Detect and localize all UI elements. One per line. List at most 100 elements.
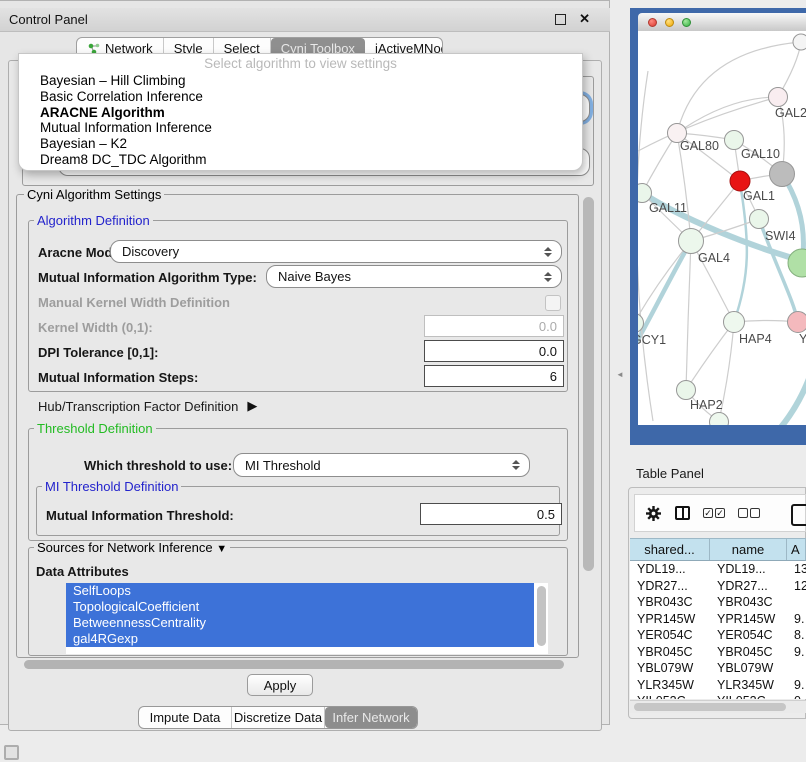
node[interactable] [793,34,806,50]
node-label: SWI4 [765,229,796,243]
column-header[interactable]: name [710,539,787,560]
control-panel-title: Control Panel [9,12,88,27]
dropdown-item[interactable]: Bayesian – Hill Climbing [19,73,582,89]
table-horizontal-scrollbar[interactable] [630,700,806,713]
node-label: HAP2 [690,398,723,412]
table-row[interactable]: YER054C YER054C 8. [630,627,806,644]
list-item[interactable]: SelfLoops [66,583,534,599]
deselect-all-columns-icon[interactable] [738,508,760,518]
table-row[interactable]: YBR045C YBR045C 9. [630,644,806,661]
table-header-row: shared... name A [630,538,806,561]
minimize-traffic-icon[interactable] [665,18,674,27]
node-swi4[interactable] [750,210,769,229]
which-threshold-label: Which threshold to use: [84,458,232,473]
table-row[interactable]: YBR043C YBR043C [630,594,806,611]
node-hap4[interactable] [724,312,745,333]
dropdown-item[interactable]: Dream8 DC_TDC Algorithm [19,152,582,168]
mi-type-label: Mutual Information Algorithm Type: [38,270,257,285]
node-label: GAL80 [680,139,719,153]
tab-discretize-data[interactable]: Discretize Data [232,707,325,728]
gear-icon[interactable] [645,505,662,522]
table-toolbar: ✓✓ [634,494,806,532]
dropdown-item[interactable]: Basic Correlation Inference [19,89,582,105]
dpi-tolerance-field[interactable]: 0.0 [424,340,564,362]
close-traffic-icon[interactable] [648,18,657,27]
minimized-window-icon[interactable] [4,745,19,760]
list-vertical-scrollbar[interactable] [537,586,546,646]
data-attributes-list: SelfLoops TopologicalCoefficient Between… [66,583,548,654]
list-item[interactable]: gal4RGexp [66,631,534,647]
dropdown-item-selected[interactable]: ARACNE Algorithm [19,105,582,121]
node-label: GAL11 [649,201,687,215]
aracne-mode-combo[interactable]: Discovery [110,240,562,263]
bottom-tabs: Impute Data Discretize Data Infer Networ… [138,706,418,729]
mi-steps-field[interactable]: 6 [424,365,564,387]
dropdown-placeholder: Select algorithm to view settings [19,54,582,73]
tab-impute-data[interactable]: Impute Data [139,707,232,728]
node-label: GAL1 [743,189,775,203]
node-table: shared... name A YDL19... YDL19... 13 YD… [630,538,806,699]
node-gal2[interactable] [769,88,788,107]
node-label: GAL2 [775,106,806,120]
settings-horizontal-scrollbar[interactable] [24,660,564,669]
sources-title: Sources for Network Inference ▼ [34,541,230,556]
mi-steps-label: Mutual Information Steps: [38,370,198,385]
table-row[interactable]: YLR345W YLR345W 9. [630,677,806,694]
which-threshold-combo[interactable]: MI Threshold [233,453,530,477]
dpi-tolerance-label: DPI Tolerance [0,1]: [38,345,158,360]
node-label: GAL4 [698,251,730,265]
combo-spinner-icon [512,460,520,470]
hub-factor-expander[interactable]: Hub/Transcription Factor Definition ▶ [38,398,257,414]
list-item[interactable]: TopologicalCoefficient [66,599,534,615]
node-gray[interactable] [770,162,795,187]
network-window-titlebar [638,13,806,31]
node-label: HAP4 [739,332,772,346]
float-window-icon[interactable] [555,14,566,25]
table-row[interactable]: YDR27... YDR27... 12 [630,578,806,595]
node-gal4[interactable] [679,229,704,254]
network-graph [638,31,806,425]
expander-expanded-icon[interactable]: ▼ [216,543,227,555]
apply-button[interactable]: Apply [247,674,313,696]
table-panel-title: Table Panel [636,466,704,481]
column-header[interactable]: shared... [630,539,710,560]
tab-infer-network[interactable]: Infer Network [325,707,417,728]
close-icon[interactable]: ✕ [579,11,590,27]
node-label: GAL10 [741,147,780,161]
table-row[interactable]: YDL19... YDL19... 13 [630,561,806,578]
columns-icon[interactable] [675,506,690,520]
select-all-columns-icon[interactable]: ✓✓ [703,508,725,518]
combo-spinner-icon [544,247,552,257]
panel-divider-handle[interactable]: ◄ [616,370,624,379]
table-row[interactable]: YPR145W YPR145W 9. [630,611,806,628]
node[interactable] [710,413,729,426]
mi-threshold-title: MI Threshold Definition [42,480,181,493]
node-pink[interactable] [788,312,806,333]
add-column-icon[interactable] [791,504,806,526]
table-row[interactable]: YBL079W YBL079W [630,660,806,677]
kernel-width-label: Kernel Width (0,1): [38,320,153,335]
cyni-settings-title: Cyni Algorithm Settings [24,188,164,201]
combo-spinner-icon [544,272,552,282]
algorithm-dropdown-list: Select algorithm to view settings Bayesi… [18,53,583,171]
threshold-definition-title: Threshold Definition [34,422,156,435]
manual-kernel-checkbox[interactable] [545,295,561,311]
list-item[interactable]: BetweennessCentrality [66,615,534,631]
node-green-large[interactable] [788,249,806,277]
settings-vertical-scrollbar[interactable] [583,197,594,571]
manual-kernel-label: Manual Kernel Width Definition [38,295,230,310]
table-row[interactable]: YIL052C YIL052C 0. [630,693,806,699]
column-header[interactable]: A [787,539,806,560]
dropdown-item[interactable]: Bayesian – K2 [19,136,582,152]
node-gal1-red[interactable] [730,171,750,191]
network-canvas[interactable]: GAL2 GAL80 GAL10 GAL1 GAL11 SWI4 GAL4 GC… [638,31,806,425]
dropdown-item[interactable]: Mutual Information Inference [19,120,582,136]
node-label: GCY1 [638,333,666,347]
kernel-width-field[interactable]: 0.0 [424,315,564,337]
mi-threshold-field[interactable]: 0.5 [420,503,562,525]
node-label: Y [799,332,806,346]
control-panel-titlebar: Control Panel ✕ [0,8,610,32]
node-hap2[interactable] [677,381,696,400]
mi-type-combo[interactable]: Naive Bayes [266,265,562,288]
zoom-traffic-icon[interactable] [682,18,691,27]
